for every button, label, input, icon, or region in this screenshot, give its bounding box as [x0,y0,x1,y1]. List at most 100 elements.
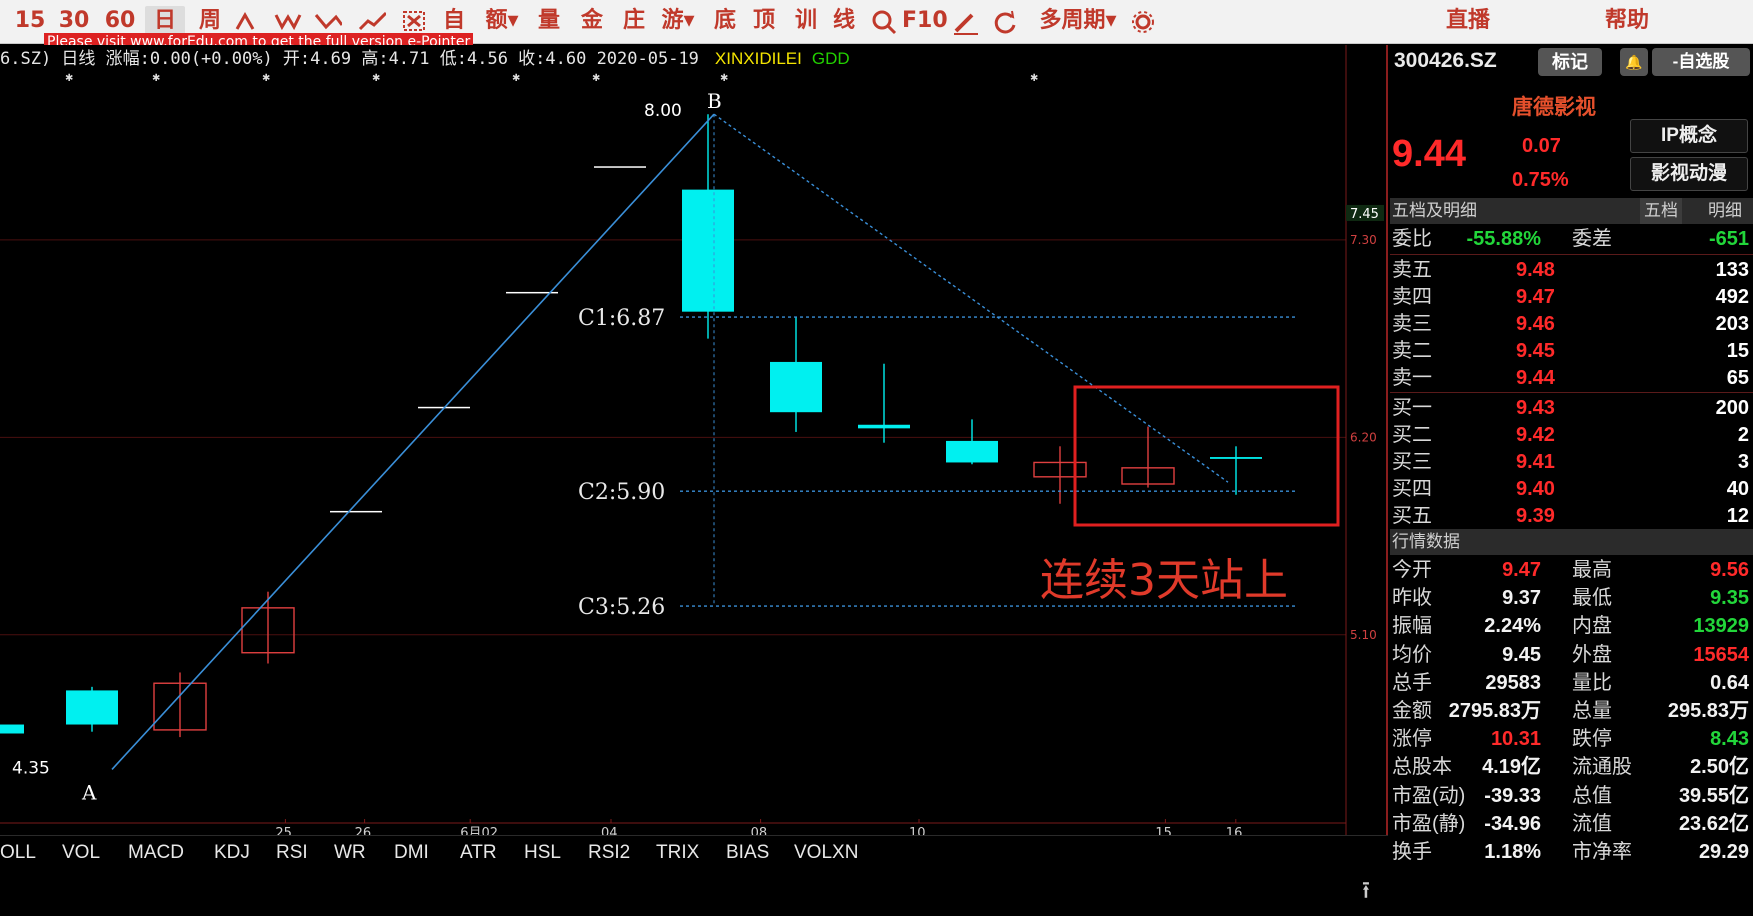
last-price: 9.44 [1392,133,1466,175]
bid-row[interactable]: 买四 9.40 40 [1390,476,1753,503]
market-label: 总量 [1572,700,1612,722]
toolbar-item-2[interactable]: 60 [100,6,140,36]
indicator-tab-rsi[interactable]: RSI [276,842,308,864]
projection-label-c3: C3:5.26 [578,595,665,620]
toolbar-item-4[interactable]: 周 [190,6,230,36]
indicator-tab-volxn[interactable]: VOLXN [794,842,858,864]
point-a-label: A [81,780,97,804]
toolbar-item-0[interactable]: 15 [14,6,46,36]
bid-row[interactable]: 买三 9.41 3 [1390,449,1753,476]
indicator-tab-kdj[interactable]: KDJ [214,842,250,864]
market-data-row: 均价 9.45 外盘 15654 [1390,642,1753,669]
pattern-down-icon[interactable] [310,6,346,36]
bid-row[interactable]: 买一 9.43 200 [1390,395,1753,422]
ask-row[interactable]: 卖一 9.44 65 [1390,365,1753,392]
pattern-w-icon[interactable] [270,6,306,36]
tab-details[interactable]: 明细 [1708,198,1742,224]
level-label: 买一 [1392,397,1432,419]
market-label: 市净率 [1572,841,1632,863]
level-price: 9.47 [1516,286,1555,308]
market-data-row: 今开 9.47 最高 9.56 [1390,557,1753,584]
toolbar-item-11[interactable]: 额▾ [480,6,524,36]
level-price: 9.46 [1516,313,1555,335]
toolbar-item-16[interactable]: 底 [709,6,741,36]
refresh-icon[interactable] [990,6,1022,36]
toolbar-item-18[interactable]: 训 [790,6,822,36]
chart-canvas[interactable]: 7.30 6.20 5.10 7.45 25 26 6月02 04 08 10 15 16 ✱ ✱ ✱ ✱ ✱ ✱… [0,45,1388,835]
toolbar-item-12[interactable]: 量 [532,6,566,36]
toolbar-item-27[interactable]: 帮助 [1605,6,1649,36]
level-volume: 200 [1715,397,1749,419]
pattern-trend-icon[interactable] [352,6,392,36]
indicator-tab-macd[interactable]: MACD [128,842,184,864]
market-value: 0.64 [1710,671,1749,694]
market-value: 295.83万 [1667,700,1749,722]
bid-row[interactable]: 买二 9.42 2 [1390,422,1753,449]
level-label: 卖五 [1392,259,1432,281]
weicha-label: 委差 [1572,228,1612,250]
x-tick-label: 26 [355,826,372,835]
indicator-tab-wr[interactable]: WR [334,842,366,864]
x-tick-label: 6月02 [460,826,498,835]
indicator-tab-vol[interactable]: VOL [62,842,100,864]
zoom-icon[interactable] [870,6,900,36]
scroll-up-button[interactable]: ⭱ [1352,875,1380,905]
market-data-row: 总股本 4.19亿 流通股 2.50亿 [1390,754,1753,781]
pencil-icon[interactable] [950,6,982,36]
y-tick-label: 7.30 [1350,233,1377,247]
indicator-tab-trix[interactable]: TRIX [656,842,699,864]
kline-chart[interactable]: 6.SZ) 日线 涨幅:0.00(+0.00%) 开:4.69 高:4.71 低… [0,45,1388,847]
market-value: 2.50亿 [1690,756,1749,779]
gear-icon[interactable] [1128,6,1160,36]
indicator-tab-rsi2[interactable]: RSI2 [588,842,630,864]
ask-row[interactable]: 卖二 9.45 15 [1390,338,1753,365]
indicator-tab-oll[interactable]: OLL [0,842,36,864]
mark-button[interactable]: 标记 [1538,48,1602,76]
add-watchlist-button[interactable]: -自选股 [1652,48,1750,76]
box-select-icon[interactable] [398,6,432,36]
toolbar-item-21[interactable]: F10 [902,6,948,36]
toolbar-item-19[interactable]: 线 [828,6,860,36]
market-label: 总股本 [1392,756,1452,779]
market-label: 外盘 [1572,643,1612,666]
ask-row[interactable]: 卖五 9.48 133 [1390,257,1753,284]
bid-row[interactable]: 买五 9.39 12 [1390,503,1753,530]
candle-body [682,189,734,312]
toolbar-item-17[interactable]: 顶 [748,6,780,36]
toolbar-item-1[interactable]: 30 [56,6,92,36]
weibi-row: 委比 -55.88% 委差 -651 [1390,226,1753,253]
market-data-row: 金额 2795.83万 总量 295.83万 [1390,698,1753,725]
market-label: 流值 [1572,812,1612,835]
market-data-row: 总手 29583 量比 0.64 [1390,670,1753,697]
market-value: -39.33 [1484,784,1541,807]
toolbar-item-10[interactable]: 自 [437,6,471,36]
market-label: 最高 [1572,559,1612,581]
toolbar-item-14[interactable]: 庄 [617,6,651,36]
ask-row[interactable]: 卖四 9.47 492 [1390,284,1753,311]
indicator-tab-dmi[interactable]: DMI [394,842,429,864]
level-label: 买二 [1392,424,1432,446]
toolbar-item-15[interactable]: 游▾ [656,6,700,36]
indicator-tab-atr[interactable]: ATR [460,842,497,864]
marker-icon: ✱ [720,73,728,84]
toolbar-item-3[interactable]: 日 [145,6,185,36]
toolbar-item-26[interactable]: 直播 [1440,6,1496,36]
level-label: 卖一 [1392,367,1432,389]
marker-icon: ✱ [262,73,270,84]
tab-five-levels[interactable]: 五档 [1640,198,1682,224]
market-data-header: 行情数据 [1390,529,1753,555]
marker-icon: ✱ [1030,73,1038,84]
candle-body [0,724,24,734]
toolbar-item-13[interactable]: 金 [575,6,609,36]
x-tick-label: 08 [751,826,768,835]
concept-tag-ip[interactable]: IP概念 [1630,119,1748,153]
ask-row[interactable]: 卖三 9.46 203 [1390,311,1753,338]
concept-tag-film[interactable]: 影视动漫 [1630,157,1748,191]
indicator-tab-hsl[interactable]: HSL [524,842,561,864]
toolbar-item-24[interactable]: 多周期▾ [1030,6,1126,36]
bell-icon[interactable]: 🔔 [1620,48,1648,76]
pattern-up-icon[interactable] [232,6,266,36]
bottom-strip [0,871,1388,916]
level-volume: 65 [1726,367,1749,389]
indicator-tab-bias[interactable]: BIAS [726,842,769,864]
